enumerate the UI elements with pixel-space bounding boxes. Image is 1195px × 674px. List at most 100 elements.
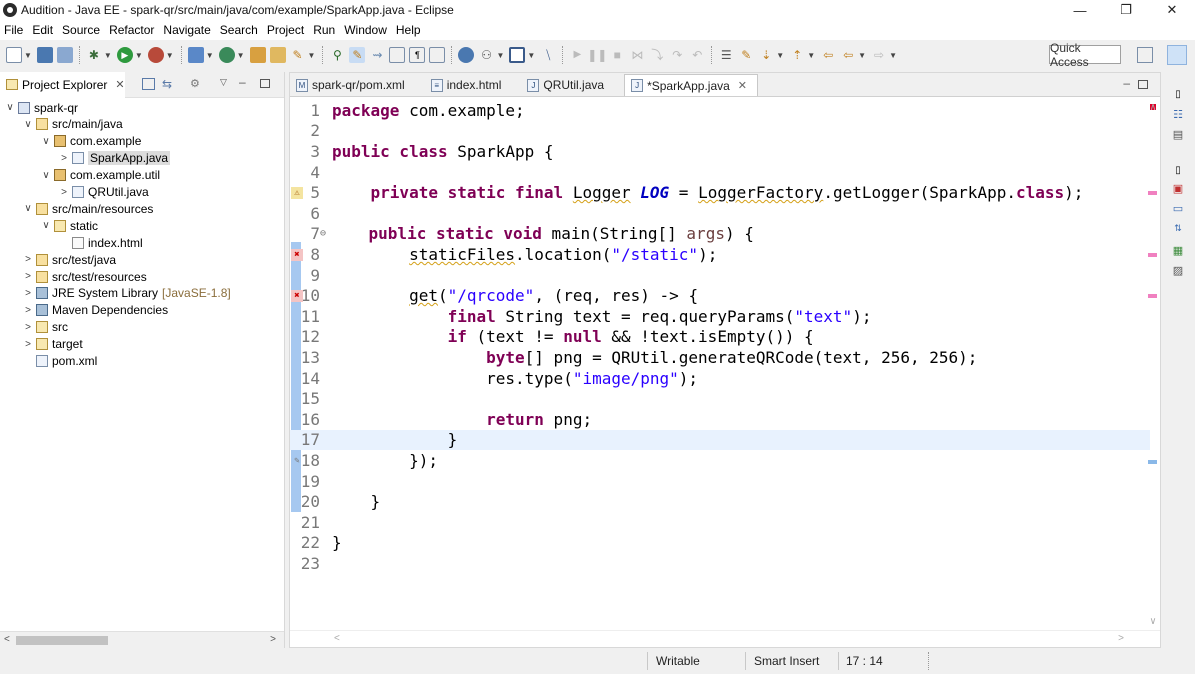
scroll-right-icon[interactable]: > (1118, 633, 1124, 644)
open-perspective-icon[interactable] (1137, 47, 1153, 63)
link-with-editor-icon[interactable]: ⇆ (162, 77, 172, 91)
menu-window[interactable]: Window (340, 23, 392, 37)
back-icon[interactable]: ⇦ (840, 47, 856, 63)
tab-index-html[interactable]: ≡ index.html (425, 74, 512, 96)
tree-item[interactable]: > JRE System Library [JavaSE-1.8] (0, 285, 231, 302)
edit-annotation-icon[interactable]: ✎ (738, 47, 754, 63)
show-whitespace-icon[interactable]: ¶ (409, 47, 426, 63)
chevron-down-icon[interactable]: ∨ (40, 136, 52, 147)
open-type-icon[interactable] (249, 47, 266, 63)
occurrence-overview-marker[interactable] (1148, 460, 1157, 464)
scroll-left-icon[interactable]: < (4, 634, 10, 645)
restore-view-icon[interactable]: ▯ (1170, 86, 1186, 102)
close-explorer-icon[interactable]: ✕ (115, 78, 124, 91)
tab-project-explorer[interactable]: Project Explorer ✕ (0, 71, 125, 98)
word-wrap-icon[interactable]: ⇝ (369, 47, 385, 63)
tree-item[interactable]: > Maven Dependencies (0, 302, 168, 319)
terminate-icon[interactable]: ■ (609, 47, 625, 63)
collapse-all-icon[interactable] (142, 78, 155, 90)
new-icon[interactable] (6, 47, 22, 63)
error-marker-icon[interactable]: ✖ (291, 290, 303, 302)
disconnect-icon[interactable]: ⋈ (629, 47, 645, 63)
tree-item[interactable]: ∨ spark-qr (0, 99, 78, 116)
scroll-right-icon[interactable]: > (270, 634, 276, 645)
globe-icon[interactable] (458, 47, 475, 63)
block-selection-icon[interactable] (389, 47, 406, 63)
tab-qrutil-java[interactable]: J QRUtil.java (521, 74, 614, 96)
next-edit-icon[interactable]: ⇣ (758, 47, 774, 63)
quick-fix-marker-icon[interactable]: ✎ (291, 455, 303, 467)
tree-item[interactable]: ∨ src/main/java (0, 116, 122, 133)
debug-icon[interactable]: ✱ (86, 47, 102, 63)
resume-icon[interactable]: ▶ (569, 47, 585, 63)
minimize-button[interactable]: — (1057, 0, 1103, 20)
chevron-right-icon[interactable]: > (58, 153, 70, 164)
pin-icon[interactable]: ⚲ (329, 47, 345, 63)
external-tools-dropdown-icon[interactable]: ▼ (166, 51, 174, 60)
maximize-view-icon[interactable] (260, 79, 270, 88)
monitor-icon[interactable] (509, 47, 526, 63)
team-icon[interactable]: ⚇ (478, 47, 494, 63)
tree-item[interactable]: ∨ com.example (0, 133, 141, 150)
tree-item[interactable]: pom.xml (0, 353, 97, 370)
monitor-dropdown-icon[interactable]: ▼ (527, 51, 535, 60)
chevron-right-icon[interactable]: > (22, 254, 34, 265)
last-edit-location-icon[interactable]: ⇦ (820, 47, 836, 63)
servers-icon[interactable]: ⇅ (1170, 220, 1186, 236)
next-edit-dropdown-icon[interactable]: ▼ (776, 51, 784, 60)
suspend-icon[interactable]: ❚❚ (587, 47, 607, 63)
menu-help[interactable]: Help (392, 23, 426, 37)
overview-ruler[interactable]: ∧ ∨ (1146, 98, 1160, 630)
explorer-horizontal-scrollbar[interactable]: < > (0, 631, 284, 648)
minimize-view-icon[interactable]: – (239, 75, 246, 89)
markers-icon[interactable]: ▣ (1170, 180, 1186, 196)
team-dropdown-icon[interactable]: ▼ (496, 51, 504, 60)
forward-dropdown-icon[interactable]: ▼ (889, 51, 897, 60)
skip-breakpoints-icon[interactable]: ⧹ (540, 47, 556, 63)
tree-item[interactable]: index.html (0, 234, 143, 251)
mark-occurrences-icon[interactable]: ✎ (349, 47, 366, 63)
menu-source[interactable]: Source (58, 23, 105, 37)
code-area[interactable]: 1 package com.example; 2 3 public class Sp… (290, 98, 1160, 630)
new-server-dropdown-icon[interactable]: ▼ (206, 51, 214, 60)
new-java-class-icon[interactable] (218, 47, 235, 63)
tree-item[interactable]: ∨ com.example.util (0, 167, 160, 184)
task-list-icon[interactable]: ▤ (1170, 126, 1186, 142)
chevron-down-icon[interactable]: ∨ (40, 220, 52, 231)
quick-access-input[interactable]: Quick Access (1049, 41, 1121, 69)
tree-item[interactable]: > src/test/java (0, 251, 116, 268)
restore-button[interactable]: ❐ (1103, 0, 1149, 20)
tree-item[interactable]: ∨ src/main/resources (0, 200, 153, 217)
tab-pom-xml[interactable]: M spark-qr/pom.xml (290, 74, 415, 96)
warning-overview-marker[interactable] (1148, 191, 1157, 195)
scroll-up-icon[interactable]: ∧ (1150, 102, 1156, 113)
tab-sparkapp-java[interactable]: J *SparkApp.java ✕ (624, 74, 759, 96)
scrollbar-thumb[interactable] (16, 636, 108, 645)
restore-view-icon[interactable]: ▯ (1170, 162, 1186, 178)
tree-item[interactable]: > SparkApp.java (0, 150, 171, 167)
menu-edit[interactable]: Edit (28, 23, 58, 37)
tree-item[interactable]: > src (0, 319, 68, 336)
menu-search[interactable]: Search (216, 23, 263, 37)
chevron-down-icon[interactable]: ∨ (22, 119, 34, 130)
view-menu-icon[interactable]: ▽ (220, 77, 227, 88)
outline-icon[interactable]: ☷ (1170, 106, 1186, 122)
menu-refactor[interactable]: Refactor (105, 23, 159, 37)
java-ee-perspective-icon[interactable] (1167, 45, 1187, 65)
new-server-icon[interactable] (187, 47, 204, 63)
toggle-breadcrumb-icon[interactable] (429, 47, 446, 63)
tree-item[interactable]: ∨ static (0, 217, 98, 234)
back-dropdown-icon[interactable]: ▼ (858, 51, 866, 60)
search-dropdown-icon[interactable]: ▼ (308, 51, 316, 60)
warning-marker-icon[interactable]: ⚠ (291, 187, 303, 199)
save-all-icon[interactable] (56, 47, 73, 63)
tree-item[interactable]: > target (0, 336, 83, 353)
data-source-icon[interactable]: ▦ (1170, 242, 1186, 258)
new-class-dropdown-icon[interactable]: ▼ (237, 51, 245, 60)
minimize-editor-icon[interactable]: – (1123, 76, 1130, 90)
error-overview-marker[interactable] (1148, 294, 1157, 298)
scroll-left-icon[interactable]: < (334, 633, 340, 644)
prev-edit-dropdown-icon[interactable]: ▼ (807, 51, 815, 60)
status-cursor-position[interactable]: 17 : 14 (846, 654, 883, 668)
prev-edit-icon[interactable]: ⇡ (789, 47, 805, 63)
